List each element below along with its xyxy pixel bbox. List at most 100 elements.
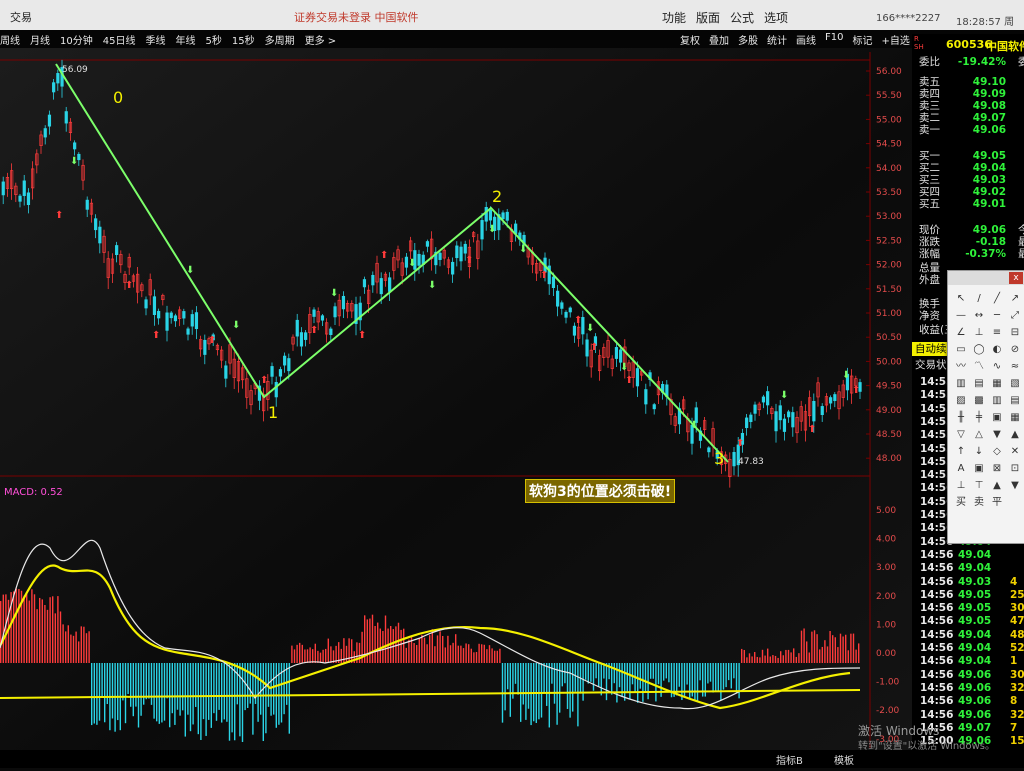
quote-row-extra: 委差 <box>1018 56 1024 68</box>
tool-restore-rights[interactable]: 复权 <box>680 32 700 47</box>
palette-tool-icon[interactable]: ▽ <box>953 427 969 443</box>
palette-tool-icon[interactable]: 平 <box>989 495 1005 511</box>
macd-bar <box>738 663 740 699</box>
palette-tool-icon[interactable]: ∿ <box>989 359 1005 375</box>
palette-close-button[interactable]: x <box>1009 272 1023 284</box>
palette-tool-icon[interactable] <box>1007 495 1023 511</box>
tab-quarterly[interactable]: 季线 <box>145 32 165 47</box>
palette-tool-icon[interactable]: ▩ <box>971 393 987 409</box>
macd-bar <box>473 652 475 663</box>
user-account[interactable]: 166****2227 <box>876 13 941 24</box>
palette-tool-icon[interactable]: ▼ <box>1007 478 1023 494</box>
tab-template[interactable]: 模板 <box>834 752 854 767</box>
tab-monthly[interactable]: 月线 <box>30 32 50 47</box>
tick-volume: 32 <box>1010 681 1024 694</box>
palette-tool-icon[interactable]: / <box>971 291 987 307</box>
tab-more[interactable]: 更多 > <box>305 32 337 47</box>
palette-tool-icon[interactable]: ≈ <box>1007 359 1023 375</box>
palette-tool-icon[interactable]: ⊠ <box>989 461 1005 477</box>
palette-tool-icon[interactable]: ▤ <box>1007 393 1023 409</box>
tool-add-watchlist[interactable]: +自选 <box>881 32 909 47</box>
palette-titlebar[interactable]: x <box>948 271 1024 285</box>
palette-tool-icon[interactable]: ∠ <box>953 325 969 341</box>
tick-price: 49.05 <box>958 588 992 601</box>
palette-tool-icon[interactable]: ⊟ <box>1007 325 1023 341</box>
tab-15sec[interactable]: 15秒 <box>232 32 255 47</box>
palette-tool-icon[interactable]: 买 <box>953 495 969 511</box>
menu-formula[interactable]: 公式 <box>730 9 754 26</box>
palette-tool-icon[interactable]: 〰 <box>953 359 969 375</box>
palette-tool-icon[interactable]: ╪ <box>971 410 987 426</box>
palette-tool-icon[interactable]: ↖ <box>953 291 969 307</box>
macd-bar <box>824 640 826 663</box>
macd-bar <box>478 643 480 663</box>
tab-yearly[interactable]: 年线 <box>175 32 195 47</box>
macd-bar <box>174 663 176 725</box>
palette-tool-icon[interactable]: A <box>953 461 969 477</box>
tab-multi-period[interactable]: 多周期 <box>265 32 295 47</box>
palette-tool-icon[interactable]: ⊤ <box>971 478 987 494</box>
palette-tool-icon[interactable]: ↑ <box>953 444 969 460</box>
palette-tool-icon[interactable]: ⊥ <box>953 478 969 494</box>
tick-row: 14:56 49.06 32 <box>912 709 1024 722</box>
palette-tool-icon[interactable]: ▣ <box>971 461 987 477</box>
palette-tool-icon[interactable]: ▲ <box>989 478 1005 494</box>
wave-label-3: 3 <box>714 449 724 468</box>
drawing-tool-palette[interactable]: x ↖ / ╱ ↗ — ↔ ─ ⤢ ∠ ⊥ ≡ ⊟ ▭ ◯ ◐ ⊘ 〰〽 ∿ ≈ ▥ ▤ ▦ ▧ ▨ ▩ ▥ ▤ ╫ ╪ ▣ ▦ ▽ △ ▼ ▲ ↑ ↓… <box>947 270 1024 544</box>
tool-multi-stock[interactable]: 多股 <box>738 32 758 47</box>
macd-bar <box>171 663 173 714</box>
palette-tool-icon[interactable]: ╫ <box>953 410 969 426</box>
menu-layout[interactable]: 版面 <box>696 9 720 26</box>
palette-tool-icon[interactable]: ⤢ <box>1007 308 1023 324</box>
tab-10min[interactable]: 10分钟 <box>60 32 93 47</box>
macd-bar <box>475 651 478 663</box>
menu-options[interactable]: 选项 <box>764 9 788 26</box>
tool-draw-line[interactable]: 画线 <box>796 32 816 47</box>
candle-body <box>98 226 102 244</box>
palette-tool-icon[interactable]: ≡ <box>989 325 1005 341</box>
palette-tool-icon[interactable]: ▲ <box>1007 427 1023 443</box>
palette-tool-icon[interactable]: 卖 <box>971 495 987 511</box>
tool-statistics[interactable]: 统计 <box>767 32 787 47</box>
palette-tool-icon[interactable]: ╱ <box>989 291 1005 307</box>
palette-tool-icon[interactable]: ▧ <box>1007 376 1023 392</box>
tab-indicator-b[interactable]: 指标B <box>776 752 803 767</box>
palette-tool-icon[interactable]: ◐ <box>989 342 1005 358</box>
tab-45day[interactable]: 45日线 <box>103 32 136 47</box>
menu-function[interactable]: 功能 <box>662 9 686 26</box>
tick-row: 14:56 49.03 4 <box>912 576 1024 589</box>
palette-tool-icon[interactable]: ◇ <box>989 444 1005 460</box>
palette-tool-icon[interactable]: ─ <box>989 308 1005 324</box>
palette-tool-icon[interactable]: ▥ <box>989 393 1005 409</box>
palette-tool-icon[interactable]: ▥ <box>953 376 969 392</box>
top-menu: 功能 版面 公式 选项 <box>662 9 788 26</box>
palette-tool-icon[interactable]: 〽 <box>971 359 987 375</box>
palette-tool-icon[interactable]: ⊥ <box>971 325 987 341</box>
palette-tool-icon[interactable]: ◯ <box>971 342 987 358</box>
palette-tool-icon[interactable]: ⊡ <box>1007 461 1023 477</box>
palette-tool-icon[interactable]: ↗ <box>1007 291 1023 307</box>
macd-bar <box>205 663 207 736</box>
palette-tool-icon[interactable]: ▦ <box>989 376 1005 392</box>
palette-tool-icon[interactable]: ▤ <box>971 376 987 392</box>
palette-tool-icon[interactable]: ▣ <box>989 410 1005 426</box>
macd-bar <box>70 634 72 663</box>
palette-tool-icon[interactable]: ↔ <box>971 308 987 324</box>
palette-tool-icon[interactable]: ⊘ <box>1007 342 1023 358</box>
tool-overlay[interactable]: 叠加 <box>709 32 729 47</box>
palette-tool-icon[interactable]: ▦ <box>1007 410 1023 426</box>
palette-tool-icon[interactable]: △ <box>971 427 987 443</box>
macd-bar <box>811 631 813 663</box>
tool-mark[interactable]: 标记 <box>852 32 872 47</box>
kline-chart-area[interactable]: 56.00 55.50 55.00 54.50 54.00 53.50 53.00 52.50… <box>0 48 912 768</box>
palette-tool-icon[interactable]: — <box>953 308 969 324</box>
palette-tool-icon[interactable]: ▼ <box>989 427 1005 443</box>
palette-tool-icon[interactable]: ↓ <box>971 444 987 460</box>
tab-weekly[interactable]: 周线 <box>0 32 20 47</box>
palette-tool-icon[interactable]: ▭ <box>953 342 969 358</box>
palette-tool-icon[interactable]: ▨ <box>953 393 969 409</box>
kline-svg[interactable]: 56.00 55.50 55.00 54.50 54.00 53.50 53.00 52.50… <box>0 48 912 768</box>
tool-f10[interactable]: F10 <box>825 32 843 47</box>
tab-5sec[interactable]: 5秒 <box>205 32 221 47</box>
palette-tool-icon[interactable]: ✕ <box>1007 444 1023 460</box>
